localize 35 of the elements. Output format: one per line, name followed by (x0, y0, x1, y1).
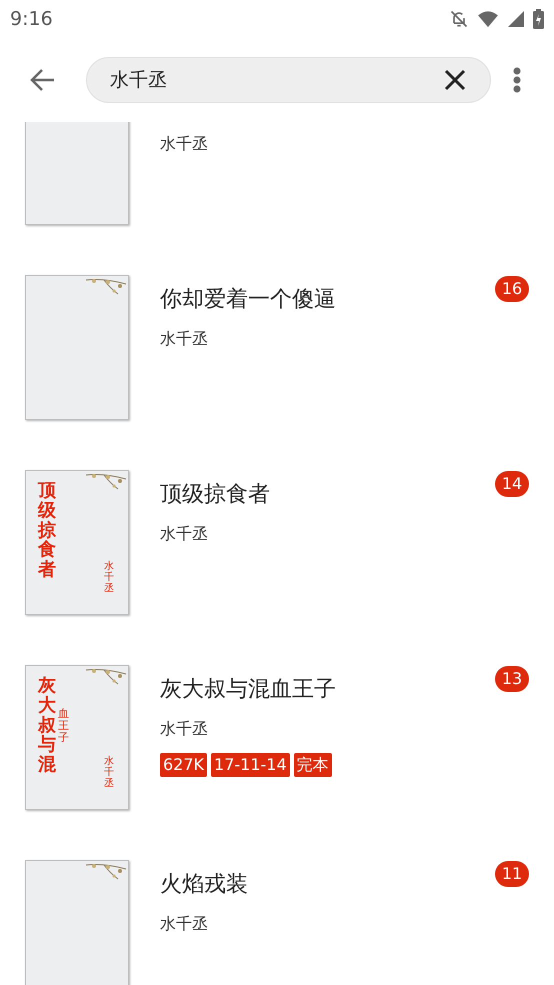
book-title: 顶级掠食者 (160, 481, 271, 509)
cover-subtitle: 血王子 (58, 708, 69, 744)
book-author: 水千丞 (160, 523, 209, 545)
book-tag: 627K (160, 753, 208, 777)
cover-author: 水千丞 (104, 756, 114, 789)
book-title: 你却爱着一个傻逼 (160, 286, 337, 314)
book-list-item[interactable]: 水千丞 (0, 122, 554, 260)
more-options-icon[interactable] (513, 67, 521, 93)
back-arrow-icon (30, 68, 56, 92)
book-author: 水千丞 (160, 328, 209, 350)
cover-title: 顶级掠食者 (38, 481, 56, 580)
book-author: 水千丞 (160, 913, 209, 935)
chapter-count-badge: 11 (495, 861, 529, 887)
close-icon[interactable] (444, 69, 466, 91)
search-input: 水千丞 (110, 66, 444, 94)
bell-off-icon (449, 9, 469, 29)
chapter-count-badge: 16 (495, 276, 529, 302)
wifi-icon (477, 10, 499, 28)
book-title: 灰大叔与混血王子 (160, 676, 337, 704)
status-time: 9:16 (10, 6, 53, 32)
book-author: 水千丞 (160, 133, 209, 155)
book-list-item[interactable]: 火焰戎装 水千丞 11 (0, 845, 554, 985)
signal-icon (507, 10, 525, 28)
book-list-item[interactable]: 你却爱着一个傻逼 水千丞 16 (0, 260, 554, 455)
battery-icon (533, 9, 544, 29)
book-tag: 完本 (294, 753, 332, 777)
cover-title: 灰大叔与混 (38, 676, 56, 775)
book-tag: 17-11-14 (211, 753, 290, 777)
book-title: 火焰戎装 (160, 871, 249, 899)
search-field[interactable]: 水千丞 (86, 57, 491, 103)
cover-author: 水千丞 (104, 561, 114, 594)
chapter-count-badge: 14 (495, 471, 529, 497)
book-list-item[interactable]: 顶级掠食者 水千丞 顶级掠食者 水千丞 14 (0, 455, 554, 650)
chapter-count-badge: 13 (495, 666, 529, 692)
book-author: 水千丞 (160, 718, 209, 740)
